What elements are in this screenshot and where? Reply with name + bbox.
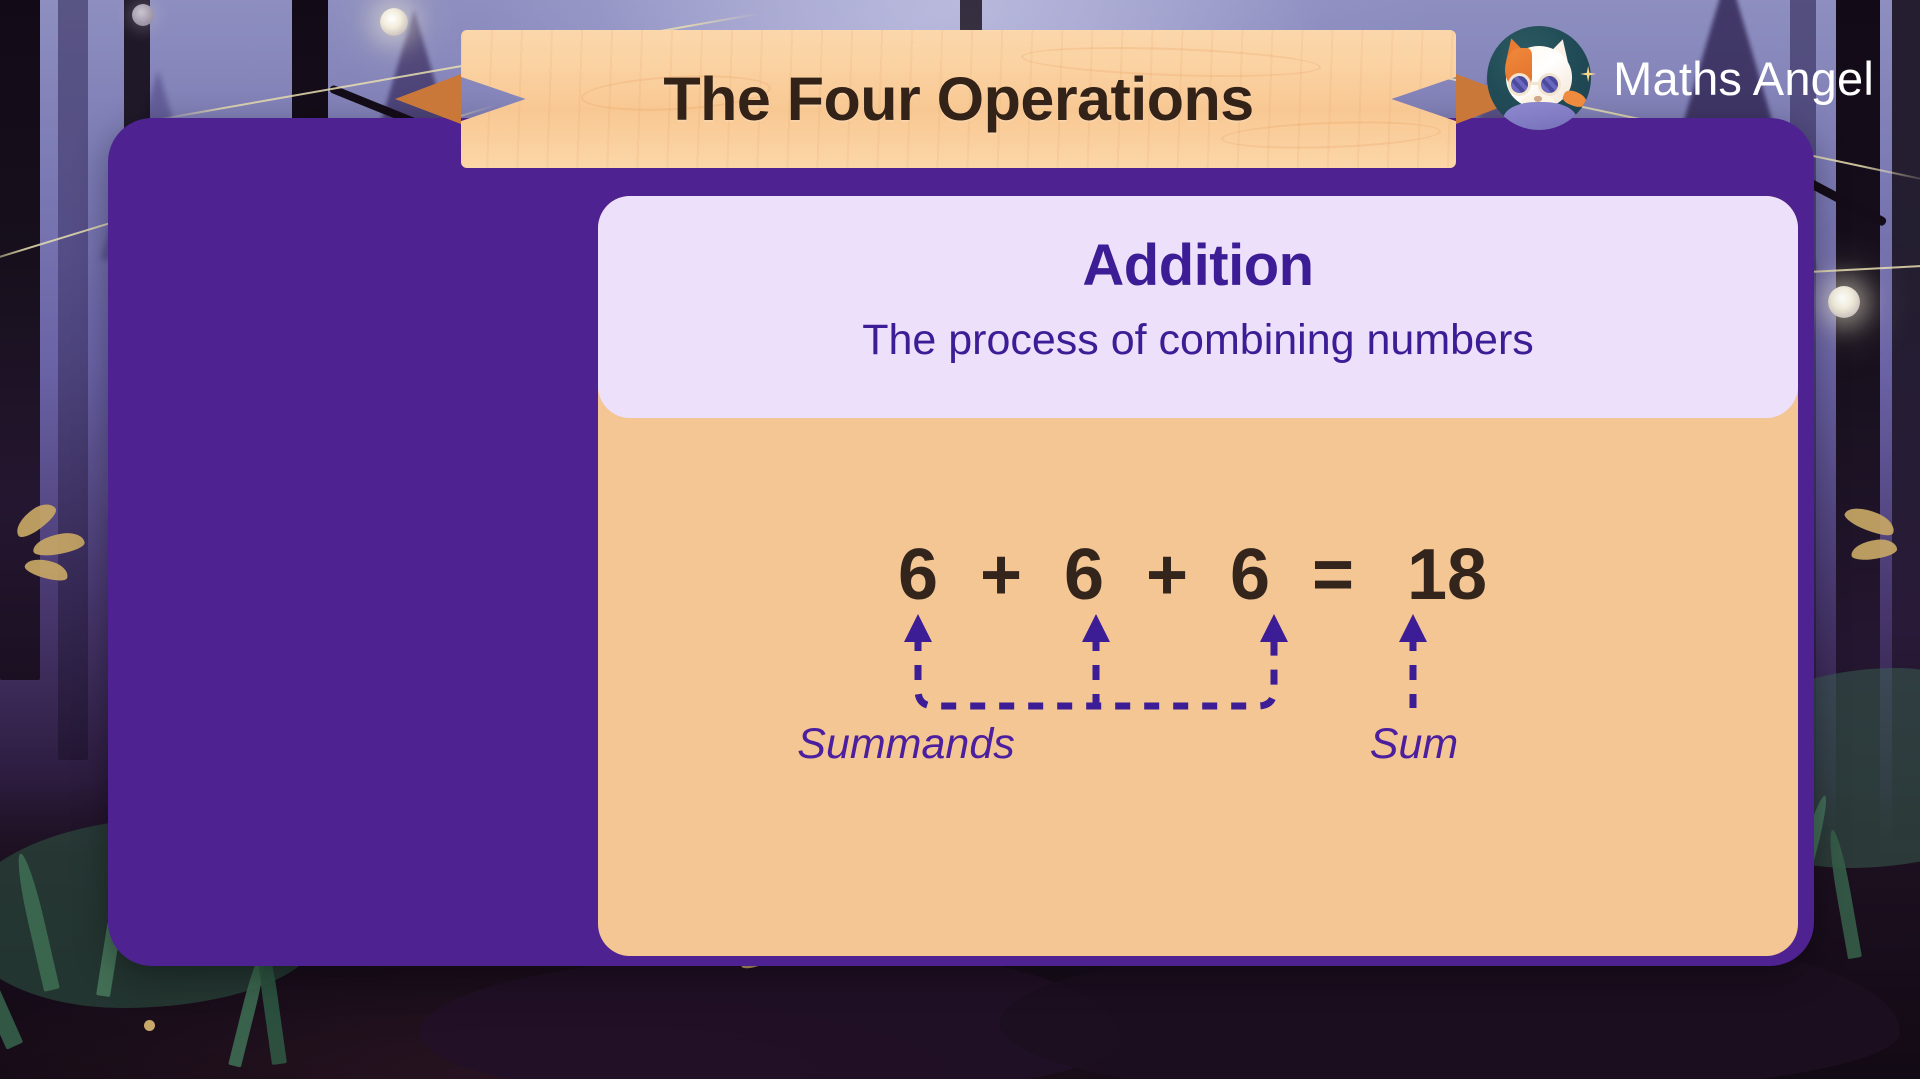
tree-trunk: [0, 0, 40, 680]
title-banner: The Four Operations: [395, 30, 1522, 168]
operation-subtitle: The process of combining numbers: [862, 316, 1534, 364]
slide-root: You 6: [0, 0, 1920, 1079]
arrowhead-icon: [1082, 614, 1110, 642]
sum-label: Sum: [1369, 720, 1459, 768]
light-bulb-icon: [1828, 286, 1860, 318]
summand-2: 6: [1063, 535, 1105, 615]
seed-dot: [144, 1020, 155, 1031]
definition-box: Addition The process of combining number…: [598, 196, 1798, 418]
plus-operator-2: +: [1145, 535, 1189, 615]
brand-name: Maths Angel: [1613, 51, 1874, 105]
annotation-arrows: [904, 614, 1427, 710]
summands-label: Summands: [797, 720, 1015, 768]
arrowhead-icon: [904, 614, 932, 642]
banner-notch-left: [395, 74, 461, 124]
annotation-labels: Summands Sum: [598, 720, 1798, 790]
brand-logo[interactable]: Maths Angel: [1487, 26, 1874, 130]
sum-value: 18: [1406, 535, 1488, 615]
operation-title: Addition: [1082, 233, 1314, 298]
light-bulb-icon: [132, 4, 154, 26]
summand-3: 6: [1229, 535, 1271, 615]
arrowhead-icon: [1260, 614, 1288, 642]
arrowhead-icon: [1399, 614, 1427, 642]
summand-1: 6: [897, 535, 939, 615]
light-bulb-icon: [380, 8, 408, 36]
operation-card: Addition The process of combining number…: [598, 196, 1798, 956]
equation-row: 6 + 6 + 6 = 18: [598, 534, 1798, 616]
plus-operator-1: +: [979, 535, 1023, 615]
cat-mascot-icon: [1487, 26, 1592, 130]
page-title: The Four Operations: [663, 65, 1254, 133]
equals-operator: =: [1311, 535, 1355, 615]
tree-trunk: [58, 0, 88, 760]
